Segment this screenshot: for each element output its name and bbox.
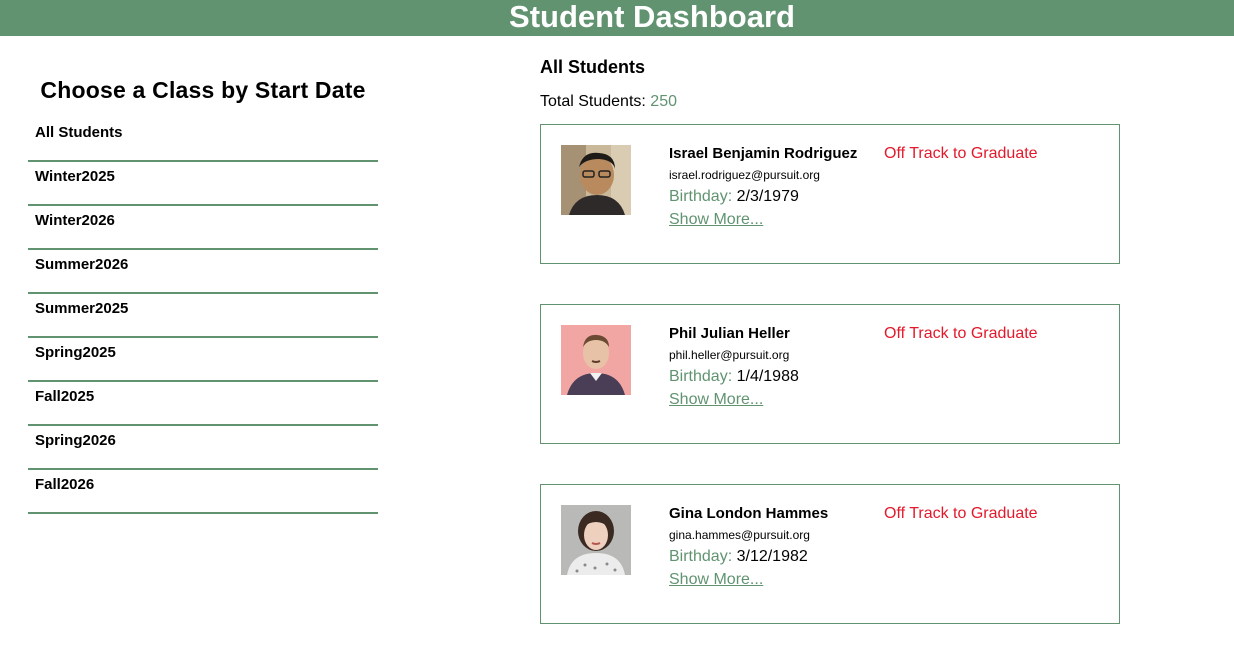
graduation-status: Off Track to Graduate xyxy=(884,505,1038,522)
student-photo xyxy=(561,325,631,395)
sidebar-item-summer2025[interactable]: Summer2025 xyxy=(28,294,378,338)
total-students: Total Students: 250 xyxy=(540,90,1120,114)
student-birthday: Birthday: 2/3/1979 xyxy=(669,185,857,209)
show-more-link[interactable]: Show More... xyxy=(669,389,763,411)
student-email: phil.heller@pursuit.org xyxy=(669,348,790,362)
graduation-status: Off Track to Graduate xyxy=(884,145,1038,162)
student-email: gina.hammes@pursuit.org xyxy=(669,528,810,542)
sidebar-title: Choose a Class by Start Date xyxy=(40,77,366,103)
student-name: Israel Benjamin Rodriguez xyxy=(669,145,858,162)
student-card: Gina London Hammes gina.hammes@pursuit.o… xyxy=(540,484,1120,624)
graduation-status: Off Track to Graduate xyxy=(884,325,1038,342)
birthday-label: Birthday: xyxy=(669,188,733,205)
sidebar-item-all-students[interactable]: All Students xyxy=(28,118,378,162)
sidebar-item-spring2026[interactable]: Spring2026 xyxy=(28,426,378,470)
sidebar-item-fall2026[interactable]: Fall2026 xyxy=(28,470,378,514)
student-card: Israel Benjamin Rodriguez israel.rodrigu… xyxy=(540,124,1120,264)
student-info: Israel Benjamin Rodriguez israel.rodrigu… xyxy=(669,143,857,231)
total-students-label: Total Students: xyxy=(540,93,651,110)
birthday-label: Birthday: xyxy=(669,548,733,565)
student-card-list: Israel Benjamin Rodriguez israel.rodrigu… xyxy=(540,124,1120,624)
sidebar-item-fall2025[interactable]: Fall2025 xyxy=(28,382,378,426)
student-photo xyxy=(561,505,631,575)
section-heading: All Students xyxy=(540,57,646,77)
birthday-value: 1/4/1988 xyxy=(736,368,799,385)
student-name: Gina London Hammes xyxy=(669,505,829,522)
birthday-label: Birthday: xyxy=(669,368,733,385)
student-email: israel.rodriguez@pursuit.org xyxy=(669,168,820,182)
student-photo xyxy=(561,145,631,215)
student-birthday: Birthday: 1/4/1988 xyxy=(669,365,799,389)
show-more-link[interactable]: Show More... xyxy=(669,209,763,231)
sidebar-item-winter2026[interactable]: Winter2026 xyxy=(28,206,378,250)
student-birthday: Birthday: 3/12/1982 xyxy=(669,545,828,569)
sidebar-item-spring2025[interactable]: Spring2025 xyxy=(28,338,378,382)
student-info: Gina London Hammes gina.hammes@pursuit.o… xyxy=(669,503,828,591)
sidebar-item-winter2025[interactable]: Winter2025 xyxy=(28,162,378,206)
class-sidebar: Choose a Class by Start Date All Student… xyxy=(28,70,378,514)
page-title: Student Dashboard xyxy=(509,0,795,34)
birthday-value: 3/12/1982 xyxy=(736,548,808,565)
student-card: Phil Julian Heller phil.heller@pursuit.o… xyxy=(540,304,1120,444)
show-more-link[interactable]: Show More... xyxy=(669,569,763,591)
total-students-count: 250 xyxy=(650,93,677,110)
birthday-value: 2/3/1979 xyxy=(736,188,799,205)
student-info: Phil Julian Heller phil.heller@pursuit.o… xyxy=(669,323,799,411)
app-header: Student Dashboard xyxy=(0,0,1234,36)
sidebar-item-summer2026[interactable]: Summer2026 xyxy=(28,250,378,294)
student-name: Phil Julian Heller xyxy=(669,325,790,342)
student-list-panel: All Students Total Students: 250 Israel … xyxy=(540,52,1120,664)
